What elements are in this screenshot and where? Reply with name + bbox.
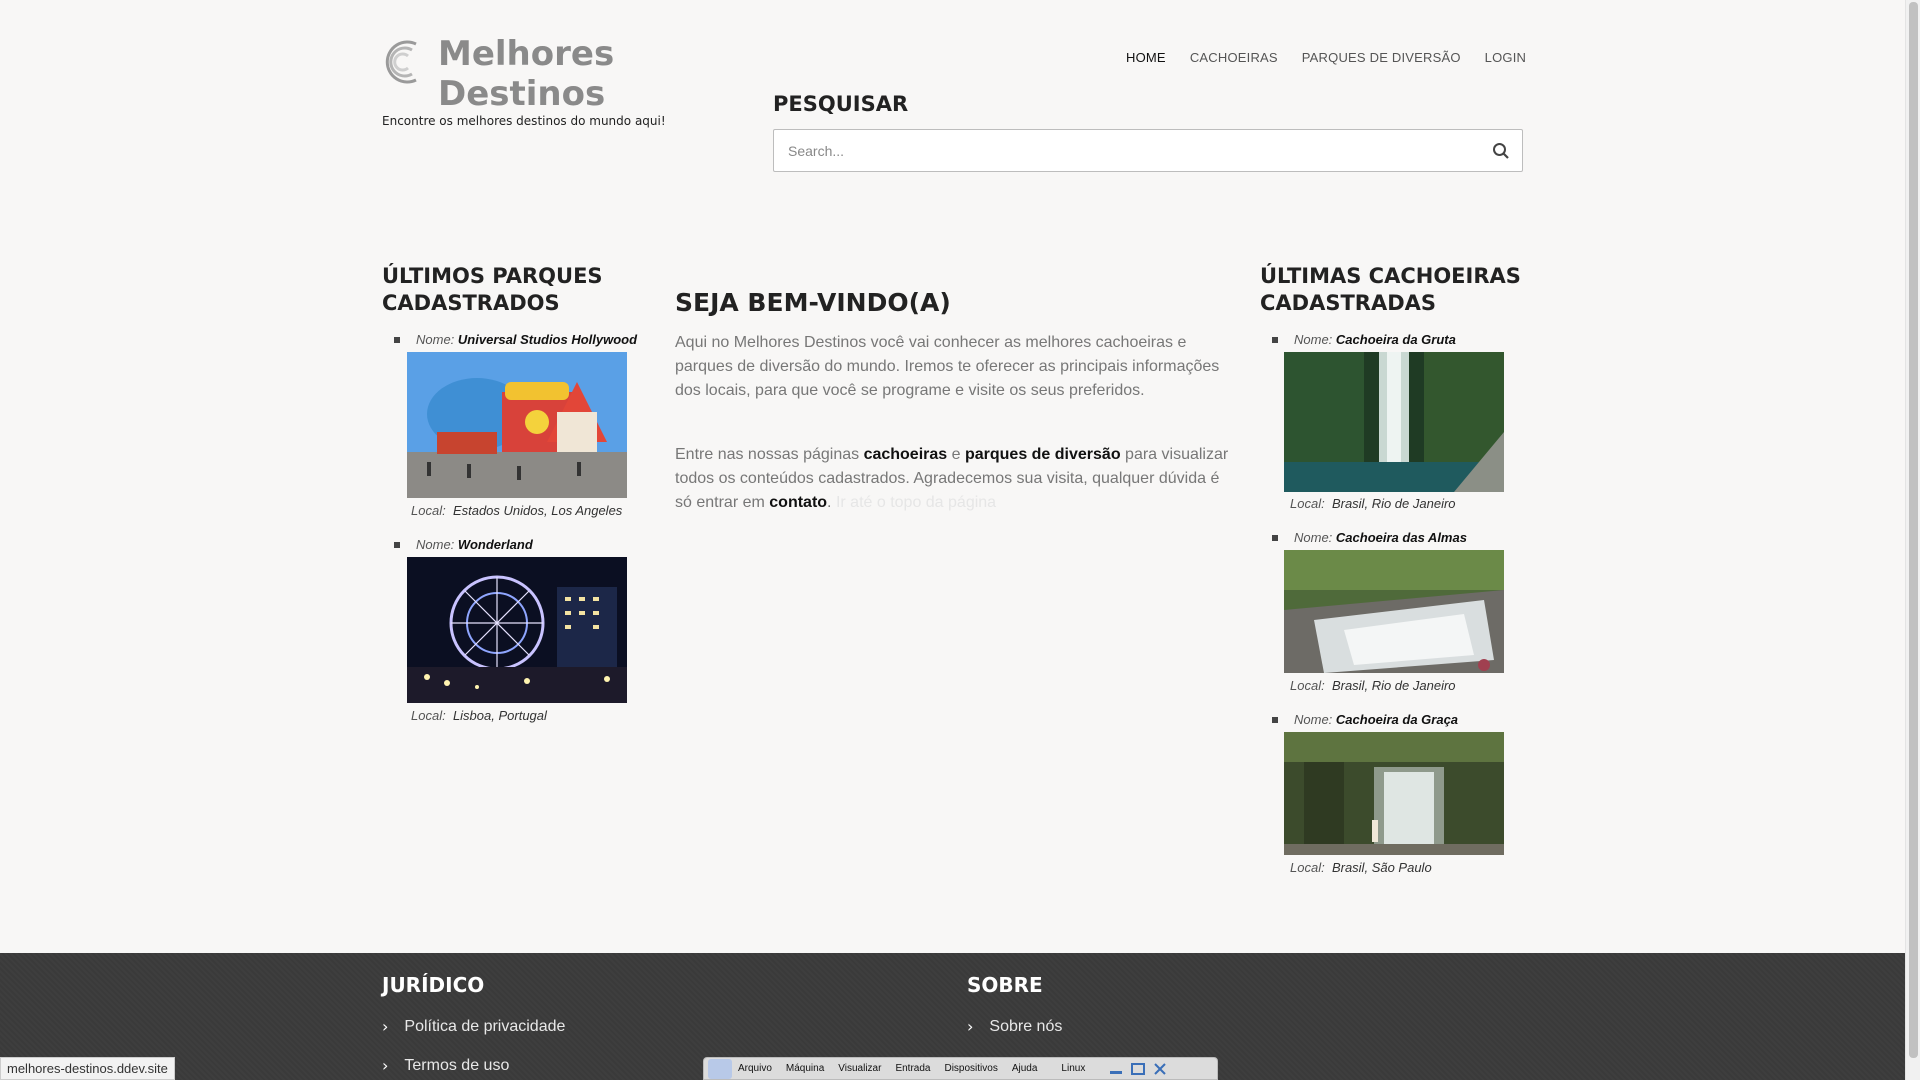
site-title[interactable]: Melhores Destinos xyxy=(438,34,628,114)
faded-text: Ir até o topo da página xyxy=(831,494,997,511)
park-name[interactable]: Wonderland xyxy=(458,537,533,552)
park-image-universal[interactable] xyxy=(407,352,627,498)
footer-link-label[interactable]: Sobre nós xyxy=(989,1018,1062,1036)
waterfall-image-graca[interactable] xyxy=(1284,732,1504,855)
list-bullet xyxy=(394,337,400,343)
link-parques[interactable]: parques de diversão xyxy=(965,446,1121,463)
waterfall-city: São Paulo xyxy=(1371,860,1432,875)
restore-icon[interactable] xyxy=(1131,1062,1146,1075)
name-label: Nome: xyxy=(1294,332,1333,347)
park-country: Lisboa xyxy=(452,708,492,723)
page: Melhores Destinos Encontre os melhores d… xyxy=(0,0,1905,1080)
footer-title-sobre: SOBRE xyxy=(967,973,1043,997)
name-label: Nome: xyxy=(1294,712,1333,727)
vm-menu-visualizar[interactable]: Visualizar xyxy=(838,1063,881,1074)
local-label: Local: xyxy=(411,503,446,518)
waterfall-country: Brasil xyxy=(1331,496,1365,511)
waterfall-local-1: Local: Brasil, Rio de Janeiro xyxy=(1290,496,1456,511)
main-nav: HOME CACHOEIRAS PARQUES DE DIVERSÃO LOGI… xyxy=(1126,50,1526,65)
waterfall-name[interactable]: Cachoeira da Graça xyxy=(1336,712,1458,727)
search-title: PESQUISAR xyxy=(773,92,909,116)
close-icon[interactable] xyxy=(1153,1062,1167,1075)
list-bullet xyxy=(394,542,400,548)
waterfall-image-almas[interactable] xyxy=(1284,550,1504,673)
status-url-bar: melhores-destinos.ddev.site xyxy=(0,1057,175,1080)
footer-link-privacidade[interactable]: › Política de privacidade xyxy=(382,1017,565,1036)
welcome-paragraph-2: Entre nas nossas páginas cachoeiras e pa… xyxy=(675,443,1230,515)
text-span: Entre nas nossas páginas xyxy=(675,446,864,463)
waterfall-item-3: Nome: Cachoeira da Graça xyxy=(1272,712,1458,727)
park-city: Portugal xyxy=(498,708,547,723)
site-logo[interactable]: Melhores Destinos xyxy=(382,34,628,114)
chevron-right-icon: › xyxy=(382,1017,389,1036)
vm-menu-ajuda[interactable]: Ajuda xyxy=(1012,1063,1038,1074)
list-bullet xyxy=(1272,717,1278,723)
waterfall-local-3: Local: Brasil, São Paulo xyxy=(1290,860,1432,875)
waterfall-item-1: Nome: Cachoeira da Gruta xyxy=(1272,332,1456,347)
nav-home[interactable]: HOME xyxy=(1126,50,1166,65)
waterfall-name[interactable]: Cachoeira da Gruta xyxy=(1336,332,1456,347)
waterfall-local-2: Local: Brasil, Rio de Janeiro xyxy=(1290,678,1456,693)
chevron-right-icon: › xyxy=(967,1017,974,1036)
park-country: Estados Unidos xyxy=(452,503,544,518)
footer-link-sobre-nos[interactable]: › Sobre nós xyxy=(967,1017,1062,1036)
nav-login[interactable]: LOGIN xyxy=(1485,50,1526,65)
vm-menu-maquina[interactable]: Máquina xyxy=(786,1063,824,1074)
park-local-2: Local: Lisboa, Portugal xyxy=(411,708,547,723)
name-label: Nome: xyxy=(416,332,455,347)
waterfall-city: Rio de Janeiro xyxy=(1371,678,1456,693)
text-span: e xyxy=(947,446,965,463)
footer-link-label[interactable]: Termos de uso xyxy=(404,1057,509,1075)
list-bullet xyxy=(1272,337,1278,343)
logo-mark-icon xyxy=(382,36,428,88)
scrollbar-thumb[interactable] xyxy=(1909,2,1918,1058)
park-local-1: Local: Estados Unidos, Los Angeles xyxy=(411,503,623,518)
park-name[interactable]: Universal Studios Hollywood xyxy=(458,332,637,347)
vm-menu-dispositivos[interactable]: Dispositivos xyxy=(944,1063,997,1074)
welcome-title: SEJA BEM-VINDO(A) xyxy=(675,288,951,317)
park-image-wonderland[interactable] xyxy=(407,557,627,703)
footer-title-juridico: JURÍDICO xyxy=(382,973,485,997)
park-item-2: Nome: Wonderland xyxy=(394,537,533,552)
link-contato[interactable]: contato xyxy=(769,494,827,511)
pin-icon[interactable] xyxy=(708,1058,732,1079)
chevron-right-icon: › xyxy=(382,1056,389,1075)
waterfall-name[interactable]: Cachoeira das Almas xyxy=(1336,530,1467,545)
vm-window-controls xyxy=(1109,1062,1167,1075)
waterfall-city: Rio de Janeiro xyxy=(1371,496,1456,511)
nav-cachoeiras[interactable]: CACHOEIRAS xyxy=(1190,50,1278,65)
footer-link-label[interactable]: Política de privacidade xyxy=(404,1018,565,1036)
local-label: Local: xyxy=(411,708,446,723)
link-cachoeiras[interactable]: cachoeiras xyxy=(864,446,948,463)
park-city: Los Angeles xyxy=(551,503,623,518)
left-sidebar-title: ÚLTIMOS PARQUES CADASTRADOS xyxy=(382,264,603,315)
park-item-1: Nome: Universal Studios Hollywood xyxy=(394,332,637,347)
local-label: Local: xyxy=(1290,678,1325,693)
local-label: Local: xyxy=(1290,496,1325,511)
site-tagline: Encontre os melhores destinos do mundo a… xyxy=(382,114,666,128)
name-label: Nome: xyxy=(416,537,455,552)
vm-menu-entrada[interactable]: Entrada xyxy=(895,1063,930,1074)
welcome-paragraph-1: Aqui no Melhores Destinos você vai conhe… xyxy=(675,334,1220,399)
search-box xyxy=(773,129,1523,172)
search-input[interactable] xyxy=(774,130,1454,171)
page-scrollbar[interactable] xyxy=(1905,0,1920,1080)
vm-menu-bar: Arquivo Máquina Visualizar Entrada Dispo… xyxy=(703,1057,1218,1080)
vm-os-label: Linux xyxy=(1061,1063,1086,1074)
minimize-icon[interactable] xyxy=(1109,1063,1123,1075)
name-label: Nome: xyxy=(1294,530,1333,545)
waterfall-image-gruta[interactable] xyxy=(1284,352,1504,492)
nav-parques[interactable]: PARQUES DE DIVERSÃO xyxy=(1302,50,1461,65)
vm-menu-arquivo[interactable]: Arquivo xyxy=(738,1063,772,1074)
right-sidebar-title: ÚLTIMAS CACHOEIRAS CADASTRADAS xyxy=(1260,264,1521,315)
search-icon[interactable] xyxy=(1492,142,1510,160)
waterfall-item-2: Nome: Cachoeira das Almas xyxy=(1272,530,1467,545)
footer-link-termos[interactable]: › Termos de uso xyxy=(382,1056,509,1075)
waterfall-country: Brasil xyxy=(1331,860,1365,875)
local-label: Local: xyxy=(1290,860,1325,875)
waterfall-country: Brasil xyxy=(1331,678,1365,693)
list-bullet xyxy=(1272,535,1278,541)
